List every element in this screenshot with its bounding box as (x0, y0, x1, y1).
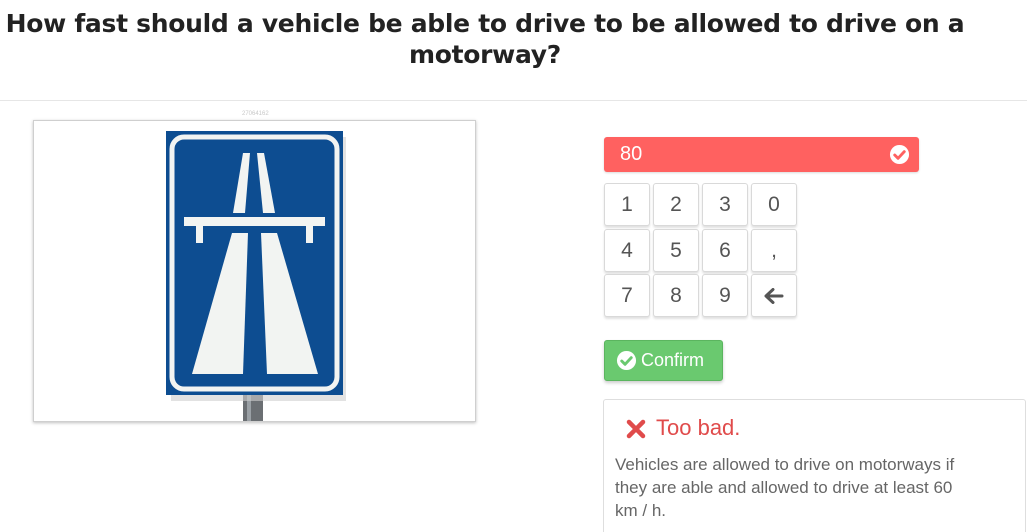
feedback-line-2: they are able and allowed to drive at le… (615, 478, 953, 497)
feedback-line-1: Vehicles are allowed to drive on motorwa… (615, 455, 955, 474)
key-0[interactable]: 0 (751, 183, 797, 226)
key-3[interactable]: 3 (702, 183, 748, 226)
question-page: How fast should a vehicle be able to dri… (0, 0, 1027, 532)
key-4[interactable]: 4 (604, 229, 650, 272)
key-8[interactable]: 8 (653, 274, 699, 317)
key-6[interactable]: 6 (702, 229, 748, 272)
feedback-panel: Too bad. Vehicles are allowed to drive o… (603, 399, 1026, 532)
check-circle-icon (889, 144, 910, 165)
close-icon (626, 419, 646, 439)
header-divider (0, 100, 1027, 101)
question-line-2: motorway? (409, 40, 561, 69)
key-2[interactable]: 2 (653, 183, 699, 226)
feedback-line-3: km / h. (615, 501, 667, 520)
check-circle-icon (616, 350, 637, 371)
feedback-explanation: Vehicles are allowed to drive on motorwa… (615, 453, 1020, 522)
key-9[interactable]: 9 (702, 274, 748, 317)
answer-field[interactable]: 80 (604, 137, 919, 172)
feedback-title: Too bad. (656, 415, 741, 440)
confirm-label: Confirm (641, 350, 705, 370)
key-5[interactable]: 5 (653, 229, 699, 272)
motorway-sign (166, 131, 343, 395)
backspace-icon (764, 288, 784, 304)
confirm-button[interactable]: Confirm (604, 340, 723, 381)
question-line-1: How fast should a vehicle be able to dri… (5, 9, 965, 38)
key-backspace[interactable] (751, 274, 797, 317)
motorway-sign-image (166, 131, 346, 421)
question-image (33, 120, 476, 422)
question-title: How fast should a vehicle be able to dri… (0, 8, 970, 70)
image-id-label: 27064162 (242, 111, 269, 117)
answer-value: 80 (620, 143, 643, 165)
key-comma[interactable]: , (751, 229, 797, 272)
key-1[interactable]: 1 (604, 183, 650, 226)
key-7[interactable]: 7 (604, 274, 650, 317)
